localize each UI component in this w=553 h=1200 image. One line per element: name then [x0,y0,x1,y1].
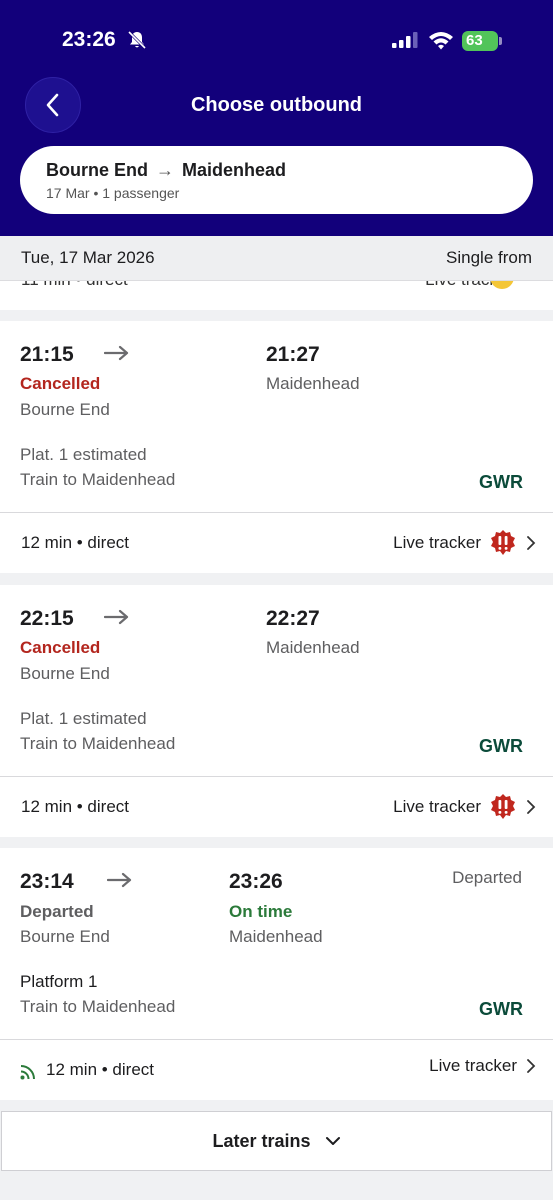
journey-status-label: Departed [452,868,522,887]
depart-time: 23:14 [20,870,74,893]
platform-info: Platform 1 [20,972,98,991]
svg-text:GWR: GWR [479,472,523,491]
departure-station: Bourne End [20,927,110,946]
live-tracker-link[interactable]: Live tracker [393,529,537,557]
depart-time: 21:15 [20,343,74,366]
departure-status: Cancelled [20,638,101,657]
cellular-signal-icon [392,32,418,48]
live-tracker-link[interactable]: Live tracker [429,1056,537,1076]
gwr-logo-icon: GWR [479,736,523,755]
service-info: Train to Maidenhead [20,997,176,1016]
service-info: Train to Maidenhead [20,734,176,753]
arrow-right-icon [104,345,129,361]
fare-label: Single from [446,248,532,267]
live-tracker-link[interactable]: Live tracker [393,793,537,821]
departure-status: Departed [20,902,94,921]
journey-card[interactable]: 23:14 23:26 Departed Departed On time Bo… [0,848,553,1100]
later-trains-button[interactable]: Later trains [1,1111,552,1171]
journey-card[interactable]: 22:15 22:27 Cancelled Maidenhead Bourne … [0,585,553,837]
route: Bourne End → Maidenhead [46,160,533,181]
departure-station: Bourne End [20,400,110,419]
chevron-right-icon [527,536,536,550]
platform-info: Plat. 1 estimated [20,445,147,464]
bell-muted-icon [127,30,147,50]
platform-info: Plat. 1 estimated [20,709,147,728]
origin-station: Bourne End [46,160,148,180]
journey-card-main[interactable]: 22:15 22:27 Cancelled Maidenhead Bourne … [0,585,553,777]
duration-label: 12 min • direct [21,533,129,552]
departure-station: Bourne End [20,664,110,683]
disruption-alert-icon [491,530,515,555]
live-tracker-label: Live tracker [393,533,481,552]
journey-card-main[interactable]: 23:14 23:26 Departed Departed On time Bo… [0,848,553,1040]
journey-card-footer[interactable]: 12 min • direct Live tracker [0,1040,553,1100]
chevron-right-icon [527,1059,536,1073]
arrow-right-icon [104,609,129,625]
svg-text:GWR: GWR [479,999,523,1018]
service-info: Train to Maidenhead [20,470,176,489]
journey-card-footer[interactable]: 12 min • direct Live tracker [0,777,553,837]
date-bar: Tue, 17 Mar 2026 Single from [0,236,553,281]
gwr-logo-icon: GWR [479,999,523,1018]
arrow-right-icon: → [156,160,174,180]
chevron-down-icon [325,1137,340,1145]
page-title: Choose outbound [190,94,363,116]
battery-icon: 63 [462,31,502,51]
journey-summary-pill[interactable]: Bourne End → Maidenhead 17 Mar • 1 passe… [20,146,533,214]
chevron-right-icon [527,800,536,814]
duration-label: 12 min • direct [46,1060,154,1079]
arrive-time: 22:27 [266,607,320,630]
battery-level: 63 [462,31,498,51]
svg-text:GWR: GWR [479,736,523,755]
journey-card-footer[interactable]: 12 min • direct Live tracker [0,513,553,573]
duration-label: 12 min • direct [21,797,129,816]
later-trains-label: Later trains [212,1130,311,1151]
travel-date: Tue, 17 Mar 2026 [21,248,155,267]
live-tracker-label: Live tracker [429,1056,517,1075]
arrival-station: Maidenhead [266,638,360,657]
live-tracker-label: Live tracker [393,797,481,816]
arrow-right-icon [107,872,132,888]
arrival-station: Maidenhead [266,374,360,393]
disruption-alert-icon [491,794,515,819]
status-time: 23:26 [62,28,116,51]
app-header: 23:26 63 Choose outbound Bourne End → Ma… [0,0,553,236]
live-signal-icon [20,1065,35,1080]
journey-card[interactable]: 21:15 21:27 Cancelled Maidenhead Bourne … [0,321,553,573]
wifi-icon [429,32,453,50]
journey-details: 17 Mar • 1 passenger [46,185,180,201]
journey-card-main[interactable]: 21:15 21:27 Cancelled Maidenhead Bourne … [0,321,553,513]
arrival-status: On time [229,902,293,921]
gwr-logo-icon: GWR [479,472,523,491]
arrive-time: 21:27 [266,343,320,366]
arrival-station: Maidenhead [229,927,323,946]
destination-station: Maidenhead [182,160,287,180]
departure-status: Cancelled [20,374,101,393]
arrive-time: 23:26 [229,870,283,893]
depart-time: 22:15 [20,607,74,630]
